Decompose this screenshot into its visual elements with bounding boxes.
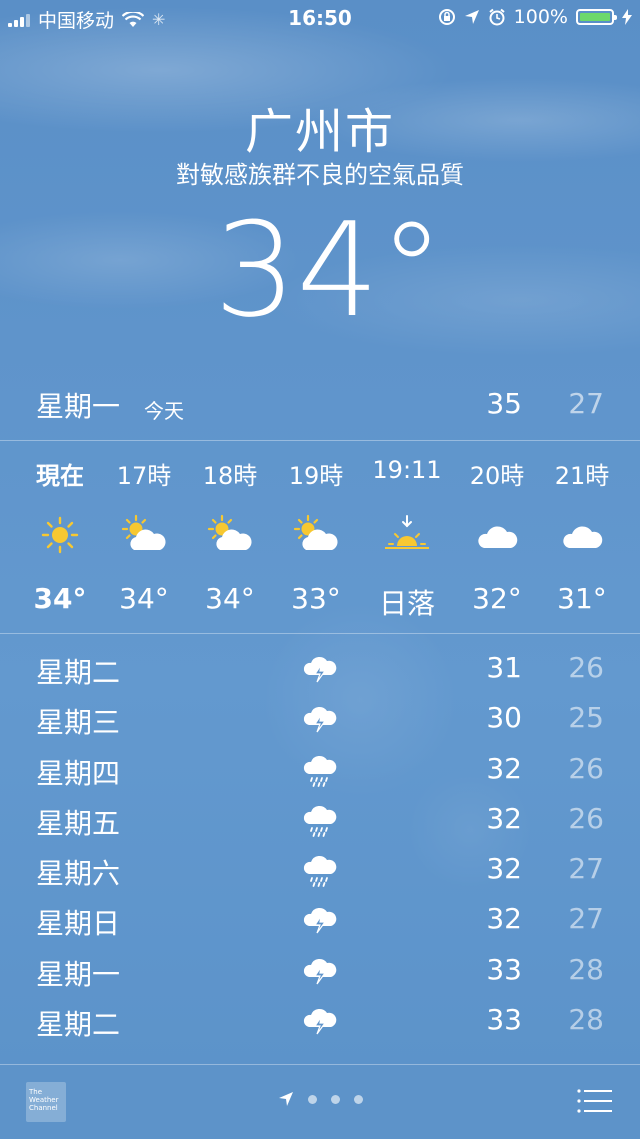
daily-high: 31	[486, 651, 522, 684]
page-dot	[331, 1094, 340, 1104]
sunset-icon	[385, 515, 429, 549]
charging-icon	[622, 9, 632, 25]
thunderstorm-icon	[303, 707, 337, 733]
daily-day: 星期二	[36, 1008, 121, 1042]
daily-low: 27	[568, 902, 604, 936]
hour-temp: 34°	[205, 582, 255, 615]
daily-high: 32	[486, 852, 522, 886]
daily-row: 星期二 33 28	[0, 997, 640, 1047]
thunderstorm-icon	[303, 656, 337, 683]
daily-high: 33	[486, 952, 522, 986]
page-dot	[308, 1094, 317, 1104]
status-right: 100%	[438, 6, 632, 28]
daily-low: 26	[568, 801, 604, 835]
today-low: 27	[568, 387, 604, 420]
today-high: 35	[486, 387, 522, 420]
hour-temp: 34°	[119, 582, 169, 615]
today-label: 今天	[144, 399, 184, 423]
daily-day: 星期六	[36, 857, 121, 891]
hour-label: 19時	[288, 462, 344, 490]
daily-day: 星期五	[36, 806, 121, 840]
hour-label: 21時	[554, 462, 610, 490]
today-day: 星期一	[36, 390, 121, 423]
partly-cloudy-icon	[293, 514, 338, 550]
hourly-forecast[interactable]: 現在 34° 17時 34° 18時 34° 19時 33° 19:11 日落 …	[0, 442, 640, 634]
daily-high: 32	[486, 801, 522, 835]
hour-temp: 32°	[472, 582, 522, 615]
daily-forecast[interactable]: 星期二 31 26 星期三 30 25 星期四 32 26 星期五 32 26 …	[0, 645, 640, 1047]
sun-icon	[41, 516, 79, 554]
current-temperature: 34°	[213, 194, 445, 346]
weather-channel-logo[interactable]: The Weather Channel	[26, 1082, 66, 1122]
daily-day: 星期一	[36, 957, 121, 991]
thunderstorm-icon	[303, 908, 337, 934]
partly-cloudy-icon	[207, 514, 252, 550]
daily-high: 30	[486, 701, 522, 735]
hour-temp: 日落	[378, 587, 435, 620]
cloud-icon	[563, 526, 603, 548]
daily-high: 32	[486, 902, 522, 936]
city-list-icon[interactable]	[576, 1087, 614, 1115]
daily-low: 25	[568, 701, 604, 735]
thunderstorm-icon	[303, 1009, 337, 1035]
cloud-icon	[478, 526, 518, 548]
partly-cloudy-icon	[121, 514, 166, 550]
page-indicator[interactable]	[278, 1091, 363, 1107]
status-bar: 中国移动 ✳ 16:50 100%	[0, 0, 640, 36]
daily-day: 星期四	[36, 756, 121, 790]
alarm-icon	[489, 8, 505, 26]
rain-icon	[303, 805, 337, 837]
daily-row: 星期四 32 26	[0, 746, 640, 796]
bottom-toolbar: The Weather Channel	[0, 1064, 640, 1139]
rain-icon	[303, 856, 337, 888]
daily-row: 星期六 32 27	[0, 846, 640, 896]
daily-row: 星期日 32 27	[0, 896, 640, 946]
hour-label: 18時	[202, 462, 258, 490]
daily-day: 星期日	[36, 907, 121, 941]
hour-temp: 34°	[33, 582, 87, 615]
hour-temp: 33°	[291, 582, 341, 615]
rotation-lock-icon	[438, 9, 455, 25]
divider-bottom	[0, 633, 640, 634]
daily-low: 28	[568, 1003, 604, 1037]
daily-row: 星期一 33 28	[0, 947, 640, 997]
current-condition: 對敏感族群不良的空氣品質	[176, 161, 464, 189]
daily-low: 28	[568, 952, 604, 986]
thunderstorm-icon	[303, 958, 337, 985]
daily-low: 26	[568, 751, 604, 785]
hour-label: 19:11	[372, 456, 442, 484]
daily-high: 33	[486, 1003, 522, 1037]
daily-day: 星期三	[36, 706, 121, 740]
daily-high: 32	[486, 751, 522, 785]
today-row: 星期一 今天 35 27	[0, 385, 640, 425]
daily-low: 26	[568, 651, 604, 684]
page-dot	[354, 1094, 363, 1104]
current-location-icon	[279, 1092, 293, 1106]
rain-icon	[303, 755, 337, 787]
battery-icon	[576, 9, 617, 25]
hour-temp: 31°	[557, 582, 607, 615]
daily-row: 星期三 30 25	[0, 695, 640, 745]
hour-label: 17時	[116, 462, 172, 490]
daily-row: 星期二 31 26	[0, 645, 640, 695]
battery-percent: 100%	[513, 6, 568, 28]
hour-label: 20時	[469, 462, 525, 490]
daily-day: 星期二	[36, 656, 121, 689]
hour-label: 現在	[36, 462, 84, 490]
daily-low: 27	[568, 852, 604, 886]
location-arrow-icon	[464, 10, 479, 24]
daily-row: 星期五 32 26	[0, 796, 640, 846]
city-name: 广州市	[244, 104, 395, 160]
divider-top	[0, 440, 640, 441]
